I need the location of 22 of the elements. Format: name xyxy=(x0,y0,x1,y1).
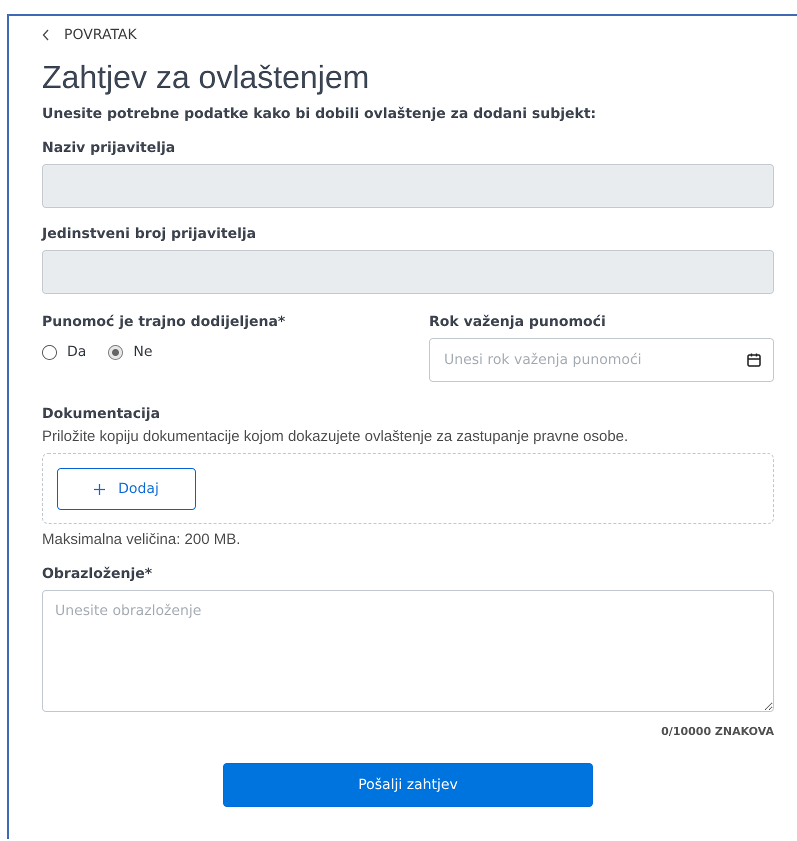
field-description: Priložite kopiju dokumentacije kojom dokazujete ovlaštenje za zastupanje pravne osobe. xyxy=(42,428,630,445)
field-label: Jedinstveni broj prijavitelja xyxy=(42,226,258,242)
field-label: Dokumentacija xyxy=(42,406,162,422)
radio-option[interactable]: Ne xyxy=(108,344,152,360)
character-counter: 0/10000 ZNAKOVA xyxy=(660,725,774,738)
date-field[interactable]: Unesi rok važenja punomoći xyxy=(429,338,774,382)
back-link[interactable]: POVRATAK xyxy=(42,27,137,43)
radio-option[interactable]: Da xyxy=(42,344,86,360)
plus-icon xyxy=(94,484,106,494)
reason-textarea[interactable]: Unesite obrazloženje xyxy=(42,590,774,712)
field-label: Punomoć je trajno dodijeljena* xyxy=(42,314,286,330)
submit-button[interactable]: Pošalji zahtjev xyxy=(223,763,593,807)
field-label: Rok važenja punomoći xyxy=(429,314,607,330)
field-label: Naziv prijavitelja xyxy=(42,140,176,156)
size-hint: Maksimalna veličina: 200 MB. xyxy=(42,531,242,548)
upload-dropzone[interactable]: Dodaj xyxy=(42,453,774,524)
chevron-left-icon xyxy=(42,29,50,41)
add-button[interactable]: Dodaj xyxy=(57,468,196,510)
field-label: Obrazloženje* xyxy=(42,566,154,582)
calendar-icon xyxy=(746,352,762,368)
page-subtitle: Unesite potrebne podatke kako bi dobili ovlaštenje za dodani subjekt: xyxy=(42,106,598,122)
page-title: Zahtjev za ovlaštenjem xyxy=(42,59,370,96)
